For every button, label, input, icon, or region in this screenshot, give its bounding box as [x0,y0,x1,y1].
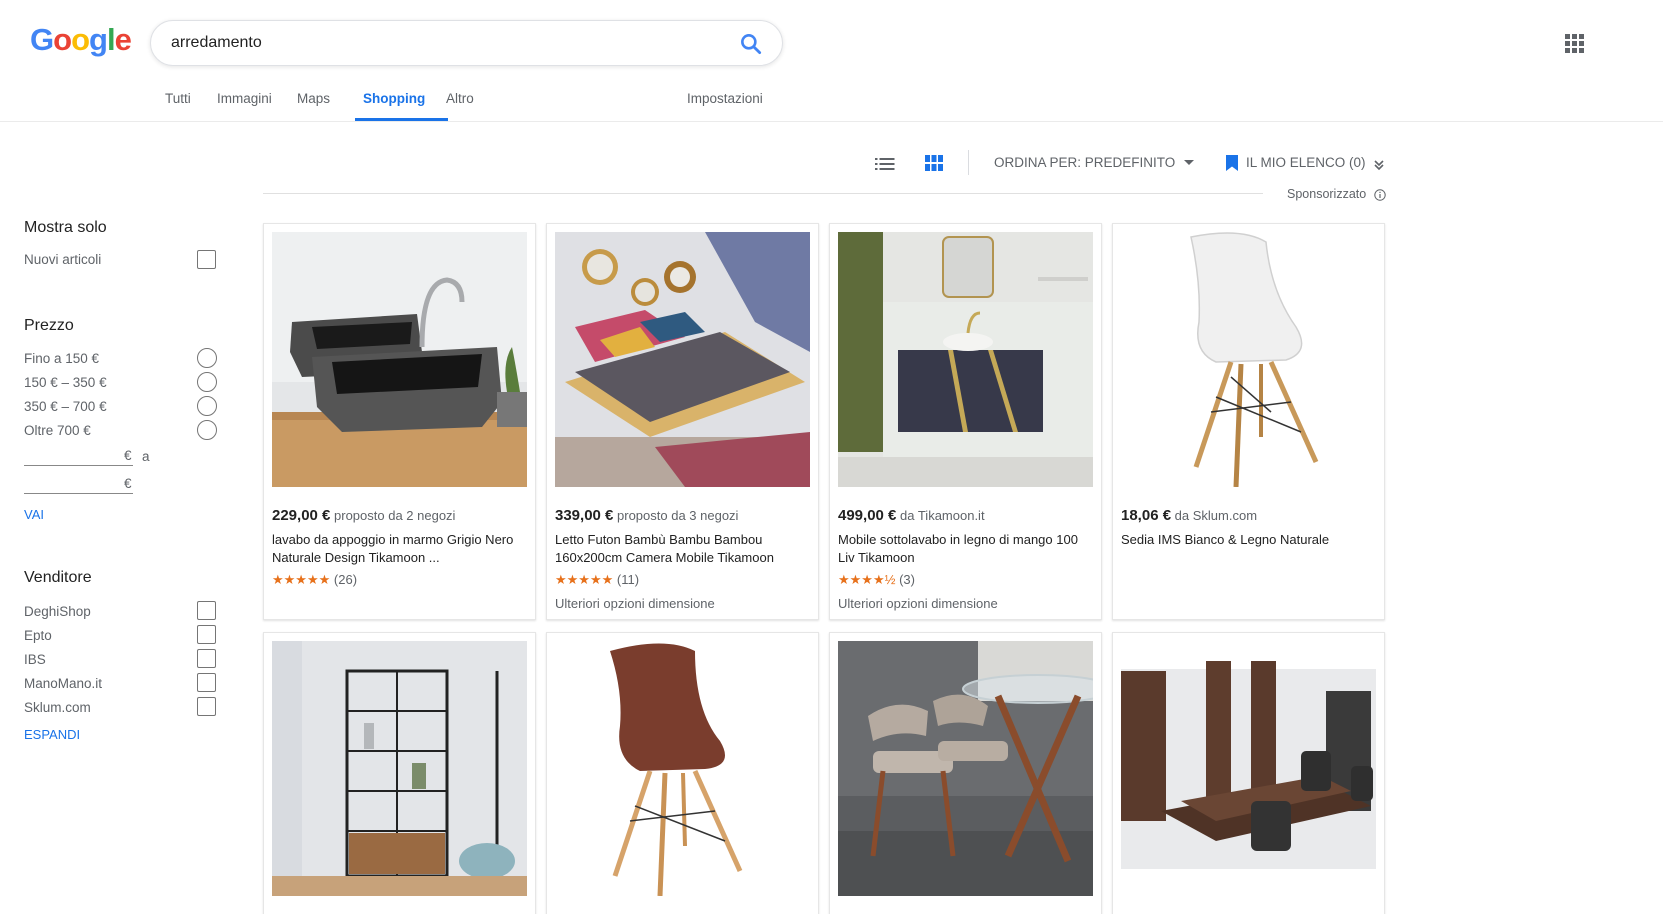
star-rating-icon: ★★★★★ [555,572,614,587]
product-image-office-desk[interactable] [1121,641,1376,896]
product-source: da Sklum.com [1174,508,1258,523]
product-card[interactable]: 229,00 € proposto da 2 negozi lavabo da … [263,223,536,620]
product-image-marble-sink[interactable] [272,232,527,487]
tab-maps[interactable]: Maps [297,91,330,106]
seller-checkbox[interactable] [197,697,216,716]
price-line: 339,00 € proposto da 3 negozi [555,507,738,524]
seller-checkbox[interactable] [197,601,216,620]
price-option-radio[interactable] [197,396,217,416]
price-line: 18,06 € da Sklum.com [1121,507,1257,524]
double-chevron-down-icon[interactable] [1374,158,1384,171]
seller-checkbox[interactable] [197,649,216,668]
product-price: 339,00 € [555,507,614,524]
product-source: da Tikamoon.it [900,508,985,523]
apply-price-button[interactable]: VAI [24,507,44,522]
seller-label: ManoMano.it [24,676,103,691]
sort-dropdown[interactable]: ORDINA PER: PREDEFINITO [994,155,1175,170]
price-option-radio[interactable] [197,420,217,440]
product-image-white-chair[interactable] [1121,232,1376,487]
product-image-dining-chairs[interactable] [838,641,1093,896]
seller-heading: Venditore [24,569,92,586]
seller-label: Sklum.com [24,700,91,715]
max-price-input[interactable] [24,472,133,494]
tab-shopping[interactable]: Shopping [363,91,425,106]
tab-tutti[interactable]: Tutti [165,91,191,106]
review-count: (26) [333,572,358,587]
seller-checkbox[interactable] [197,673,216,692]
product-card[interactable]: 339,00 € proposto da 3 negozi Letto Futo… [546,223,819,620]
my-list-button[interactable]: IL MIO ELENCO (0) [1246,155,1366,170]
search-box [150,20,783,66]
filter-new-items-label: Nuovi articoli [24,252,102,267]
toolbar-separator [263,193,1263,194]
more-size-options-link[interactable]: Ulteriori opzioni dimensione [838,596,998,611]
product-image-futon-bed[interactable] [555,232,810,487]
price-range-to-label: a [142,449,150,464]
seller-label: DeghiShop [24,604,91,619]
product-rating[interactable]: ★★★★★ (26) [272,572,357,588]
expand-sellers-link[interactable]: ESPANDI [24,727,80,742]
product-card[interactable]: 499,00 € da Tikamoon.it Mobile sottolava… [829,223,1102,620]
settings-link[interactable]: Impostazioni [687,91,763,106]
product-source: proposto da 2 negozi [334,508,456,523]
product-card[interactable] [546,632,819,914]
price-option-radio[interactable] [197,372,217,392]
show-only-heading: Mostra solo [24,219,107,236]
list-view-icon[interactable] [875,157,895,171]
euro-symbol: € [124,476,132,491]
toolbar-divider [968,150,969,175]
price-option-radio[interactable] [197,348,217,368]
review-count: (3) [899,572,915,587]
review-count: (11) [616,572,640,587]
product-title[interactable]: Letto Futon Bambù Bambu Bambou 160x200cm… [555,531,811,567]
bookmark-icon[interactable] [1226,155,1238,171]
star-rating-icon: ★★★★½ [838,572,896,587]
seller-label: Epto [24,628,52,643]
active-tab-indicator [355,118,448,121]
product-card[interactable] [263,632,536,914]
product-title[interactable]: Sedia IMS Bianco & Legno Naturale [1121,531,1377,549]
grid-view-icon[interactable] [925,155,943,171]
price-line: 229,00 € proposto da 2 negozi [272,507,455,524]
product-price: 229,00 € [272,507,331,524]
seller-label: IBS [24,652,46,667]
sponsored-label: Sponsorizzato [1287,187,1367,201]
caret-down-icon[interactable] [1184,160,1194,165]
header: Google Tutti Immagini Maps Shopping Altr… [0,0,1663,122]
seller-checkbox[interactable] [197,625,216,644]
price-option-label: Fino a 150 € [24,351,100,366]
google-logo[interactable]: Google [30,22,132,58]
star-rating-icon: ★★★★★ [272,572,331,587]
product-card[interactable] [829,632,1102,914]
price-line: 499,00 € da Tikamoon.it [838,507,985,524]
product-card[interactable]: 18,06 € da Sklum.com Sedia IMS Bianco & … [1112,223,1385,620]
apps-grid-icon[interactable] [1565,34,1585,54]
product-image-vanity-cabinet[interactable] [838,232,1093,487]
price-option-label: 150 € – 350 € [24,375,107,390]
product-price: 499,00 € [838,507,897,524]
product-price: 18,06 € [1121,507,1172,524]
price-heading: Prezzo [24,317,74,334]
product-image-shelf[interactable] [272,641,527,896]
product-rating[interactable]: ★★★★★ (11) [555,572,639,588]
product-title[interactable]: lavabo da appoggio in marmo Grigio Nero … [272,531,528,567]
search-icon[interactable] [738,31,764,57]
product-rating[interactable]: ★★★★½ (3) [838,572,915,588]
euro-symbol: € [124,448,132,463]
price-option-label: 350 € – 700 € [24,399,107,414]
search-input[interactable] [171,29,711,57]
product-source: proposto da 3 negozi [617,508,739,523]
product-card[interactable] [1112,632,1385,914]
filter-new-items-checkbox[interactable] [197,250,216,269]
min-price-input[interactable] [24,444,133,466]
more-size-options-link[interactable]: Ulteriori opzioni dimensione [555,596,715,611]
product-image-brown-chair[interactable] [555,641,810,896]
info-icon[interactable] [1374,188,1386,201]
price-option-label: Oltre 700 € [24,423,91,438]
tab-altro[interactable]: Altro [446,91,474,106]
product-title[interactable]: Mobile sottolavabo in legno di mango 100… [838,531,1094,567]
tab-immagini[interactable]: Immagini [217,91,272,106]
